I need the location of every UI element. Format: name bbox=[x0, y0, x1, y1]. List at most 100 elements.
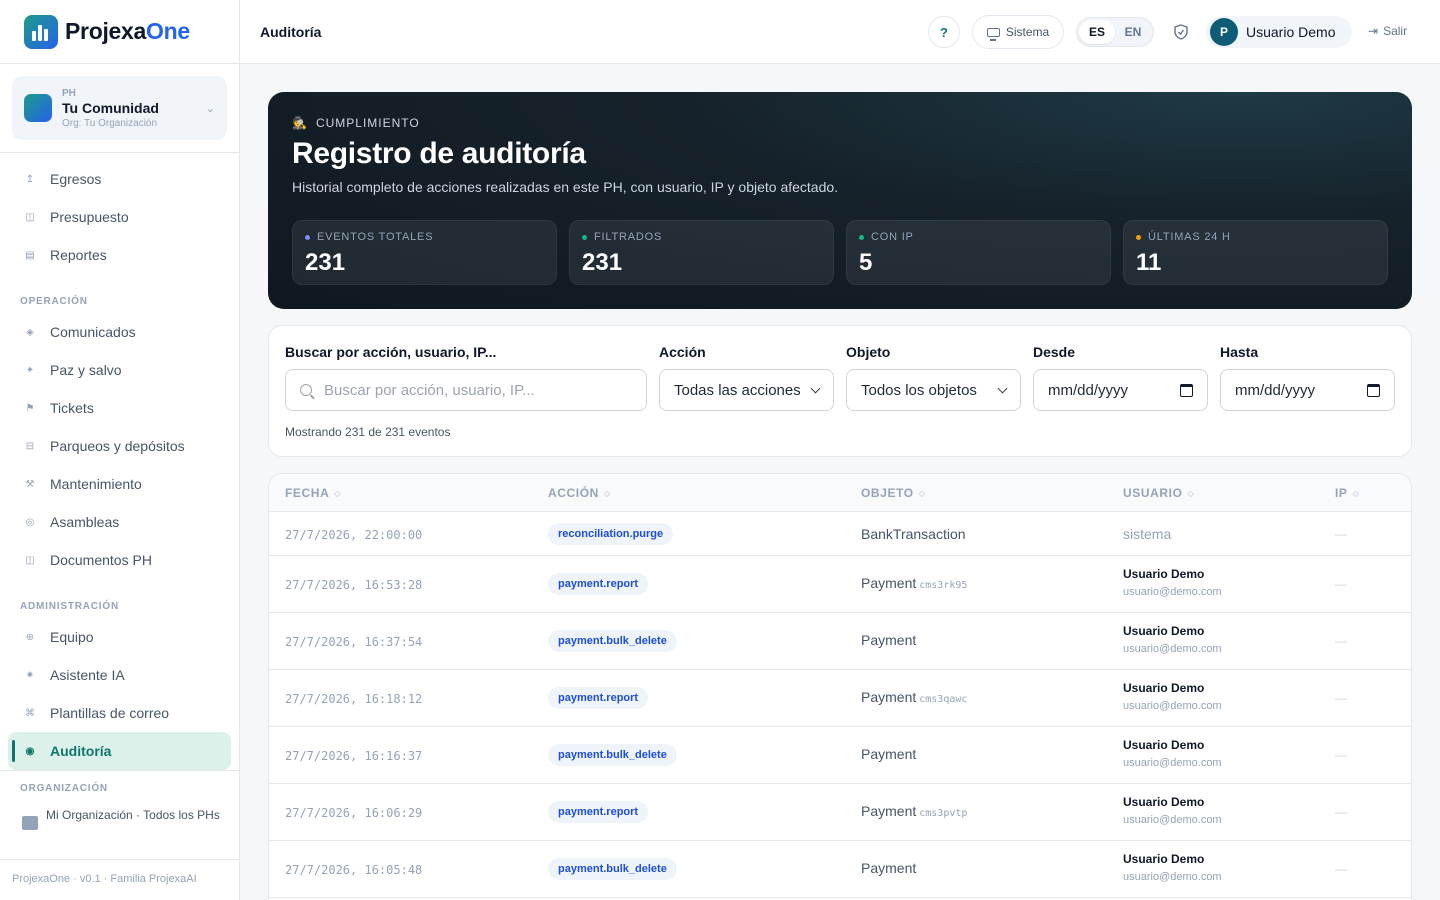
report-icon: ▤ bbox=[25, 249, 35, 261]
sidebar-item-paz-y-salvo[interactable]: ✦ Paz y salvo bbox=[8, 351, 231, 389]
help-button[interactable]: ? bbox=[928, 16, 960, 48]
row-ip: — bbox=[1335, 577, 1347, 591]
sidebar-item-comunicados[interactable]: ◈ Comunicados bbox=[8, 313, 231, 351]
table-row[interactable]: 27/7/2026, 16:16:37 payment.bulk_delete … bbox=[269, 727, 1411, 784]
sidebar-item-label: Presupuesto bbox=[50, 209, 129, 225]
calendar-icon[interactable] bbox=[1180, 383, 1193, 397]
sidebar-item-mantenimiento[interactable]: ⚒ Mantenimiento bbox=[8, 465, 231, 503]
logout-icon: ⇥ bbox=[1368, 24, 1379, 38]
flag-icon: ⚑ bbox=[25, 402, 35, 414]
object-select-value: Todos los objetos bbox=[861, 381, 977, 399]
team-icon: ⊕ bbox=[25, 631, 35, 643]
sidebar-item-parqueos[interactable]: ⊟ Parqueos y depósitos bbox=[8, 427, 231, 465]
status-dot bbox=[859, 234, 864, 240]
row-object: Payment cms3qawc bbox=[861, 689, 967, 705]
user-name: Usuario Demo bbox=[1246, 24, 1336, 40]
system-theme-button[interactable]: Sistema bbox=[972, 15, 1064, 49]
avatar: P bbox=[1210, 18, 1238, 46]
chevron-down-icon bbox=[810, 383, 821, 393]
row-user: Usuario Demo usuario@demo.com bbox=[1123, 795, 1222, 826]
table-row[interactable]: 27/7/2026, 16:37:54 payment.bulk_delete … bbox=[269, 613, 1411, 670]
user-name: Usuario Demo bbox=[1123, 738, 1205, 752]
org-item[interactable]: Mi Organización · Todos los PHs bbox=[22, 807, 222, 830]
stat-value: 5 bbox=[859, 249, 873, 276]
to-date-input[interactable]: mm/dd/yyyy bbox=[1220, 369, 1395, 411]
object-id: cms3rk95 bbox=[919, 580, 968, 591]
row-date: 27/7/2026, 22:00:00 bbox=[285, 528, 423, 542]
action-label: Acción bbox=[659, 344, 706, 360]
action-select[interactable]: Todas las acciones bbox=[659, 369, 834, 411]
sidebar-item-plantillas[interactable]: ⌘ Plantillas de correo bbox=[8, 694, 231, 732]
object-select[interactable]: Todos los objetos bbox=[846, 369, 1021, 411]
from-date-input[interactable]: mm/dd/yyyy bbox=[1033, 369, 1208, 411]
action-badge: payment.report bbox=[548, 687, 649, 709]
search-input[interactable]: Buscar por acción, usuario, IP... bbox=[285, 369, 647, 411]
stat-card-filtered: FILTRADOS 231 bbox=[569, 220, 834, 285]
lang-en-button[interactable]: EN bbox=[1115, 20, 1151, 44]
section-organizacion: ORGANIZACIÓN bbox=[20, 783, 108, 794]
stats-row: EVENTOS TOTALES 231 FILTRADOS 231 CON IP… bbox=[292, 220, 1388, 285]
table-row[interactable]: 27/7/2026, 16:18:12 payment.report Payme… bbox=[269, 670, 1411, 727]
row-object: Payment cms3rk95 bbox=[861, 575, 967, 591]
brand[interactable]: ProjexaOne bbox=[0, 0, 239, 64]
sidebar-item-asambleas[interactable]: ◎ Asambleas bbox=[8, 503, 231, 541]
table-row[interactable]: 27/7/2026, 22:00:00 reconciliation.purge… bbox=[269, 512, 1411, 556]
ph-org: Org: Tu Organización bbox=[62, 117, 158, 129]
user-menu[interactable]: P Usuario Demo bbox=[1206, 16, 1352, 48]
chevron-down-icon bbox=[997, 383, 1008, 393]
status-dot bbox=[305, 234, 310, 240]
row-user: Usuario Demo usuario@demo.com bbox=[1123, 624, 1222, 655]
row-object: Payment bbox=[861, 746, 916, 762]
user-name: Usuario Demo bbox=[1123, 624, 1205, 638]
stat-label: EVENTOS TOTALES bbox=[317, 231, 434, 243]
column-header-fecha[interactable]: FECHA ◇ bbox=[285, 486, 341, 500]
sort-icon: ◇ bbox=[918, 488, 926, 498]
column-header-ip[interactable]: IP ◇ bbox=[1335, 486, 1359, 500]
table-row[interactable]: 27/7/2026, 16:06:29 payment.report Payme… bbox=[269, 784, 1411, 841]
sidebar-item-documentos[interactable]: ◫ Documentos PH bbox=[8, 541, 231, 579]
lang-es-button[interactable]: ES bbox=[1079, 20, 1115, 44]
to-date-value: mm/dd/yyyy bbox=[1235, 381, 1316, 399]
brand-name-main: Projexa bbox=[65, 18, 147, 44]
stat-value: 231 bbox=[305, 249, 346, 276]
row-ip: — bbox=[1335, 691, 1347, 705]
table-row[interactable]: 27/7/2026, 16:53:28 payment.report Payme… bbox=[269, 556, 1411, 613]
grid-icon: ◫ bbox=[25, 211, 35, 223]
ph-avatar bbox=[24, 94, 52, 122]
ph-selector[interactable]: PH Tu Comunidad Org: Tu Organización ⌄ bbox=[12, 76, 227, 140]
row-ip: — bbox=[1335, 527, 1347, 541]
sidebar-item-auditoria[interactable]: ◉ Auditoría bbox=[8, 732, 231, 770]
sidebar-nav: ↥ Egresos ◫ Presupuesto ▤ Reportes OPERACIÓ… bbox=[8, 160, 231, 770]
row-date: 27/7/2026, 16:06:29 bbox=[285, 806, 423, 820]
filters-panel: Buscar por acción, usuario, IP... Buscar… bbox=[268, 325, 1412, 457]
stat-card-total: EVENTOS TOTALES 231 bbox=[292, 220, 557, 285]
sidebar-item-tickets[interactable]: ⚑ Tickets bbox=[8, 389, 231, 427]
column-header-label: IP bbox=[1335, 486, 1348, 500]
calendar-icon[interactable] bbox=[1367, 383, 1380, 397]
wrench-icon: ⚒ bbox=[25, 478, 35, 490]
sort-icon: ◇ bbox=[334, 488, 342, 498]
column-header-objeto[interactable]: OBJETO ◇ bbox=[861, 486, 926, 500]
sidebar-item-egresos[interactable]: ↥ Egresos bbox=[8, 160, 231, 198]
user-name: Usuario Demo bbox=[1123, 852, 1205, 866]
user-email: usuario@demo.com bbox=[1123, 643, 1222, 655]
row-user: Usuario Demo usuario@demo.com bbox=[1123, 567, 1222, 598]
column-header-accion[interactable]: ACCIÓN ◇ bbox=[548, 486, 611, 500]
sidebar-item-asistente-ia[interactable]: ✷ Asistente IA bbox=[8, 656, 231, 694]
shield-icon[interactable] bbox=[1174, 24, 1188, 40]
action-select-value: Todas las acciones bbox=[674, 381, 800, 399]
row-date: 27/7/2026, 16:05:48 bbox=[285, 863, 423, 877]
column-header-label: OBJETO bbox=[861, 486, 914, 500]
logout-button[interactable]: ⇥ Salir bbox=[1368, 24, 1407, 38]
chevron-down-icon: ⌄ bbox=[205, 102, 215, 115]
sidebar-item-equipo[interactable]: ⊕ Equipo bbox=[8, 618, 231, 656]
sidebar-item-reportes[interactable]: ▤ Reportes bbox=[8, 236, 231, 274]
sidebar-item-presupuesto[interactable]: ◫ Presupuesto bbox=[8, 198, 231, 236]
search-icon bbox=[300, 384, 312, 396]
user-email: usuario@demo.com bbox=[1123, 814, 1222, 826]
column-header-usuario[interactable]: USUARIO ◇ bbox=[1123, 486, 1194, 500]
table-row[interactable]: 27/7/2026, 16:05:48 payment.bulk_delete … bbox=[269, 841, 1411, 898]
row-date: 27/7/2026, 16:16:37 bbox=[285, 749, 423, 763]
divider bbox=[0, 770, 239, 771]
brand-name: ProjexaOne bbox=[65, 18, 190, 45]
